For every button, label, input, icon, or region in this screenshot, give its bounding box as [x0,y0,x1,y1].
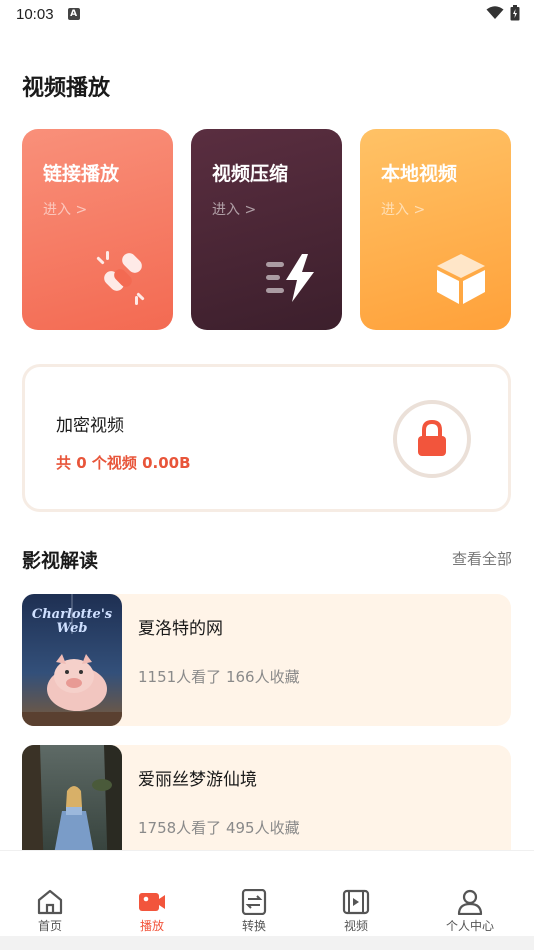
encrypted-video-title: 加密视频 [56,416,124,436]
tab-label: 视频 [343,919,368,933]
tab-video[interactable]: 视频 [316,889,396,934]
movie-poster: Charlotte's Web [22,594,122,726]
movie-poster-title: Charlotte's Web [31,607,113,636]
card-enter-compress: 进入 > [212,202,257,218]
card-enter-local: 进入 > [381,202,426,218]
home-icon [37,889,63,915]
link-icon [96,251,145,305]
movie-stats: 1758人看了 495人收藏 [138,819,300,837]
user-icon [457,889,483,915]
bottom-tab-bar: 首页 播放 转换 视频 个人中心 [0,850,534,950]
local-video-card[interactable]: 本地视频 进入 > [360,129,511,330]
reviews-section-title: 影视解读 [22,550,99,572]
tab-label: 首页 [37,919,62,933]
tab-label: 播放 [139,919,164,933]
movie-item[interactable]: Charlotte's Web 夏洛特的网 1151人看了 166人收藏 [22,594,511,726]
status-time: 10:03 [16,5,54,23]
lock-button[interactable] [393,400,471,478]
video-compress-card[interactable]: 视频压缩 进入 > [191,129,342,330]
lightning-icon [266,254,314,302]
view-all-link[interactable]: 查看全部 [452,548,512,569]
card-title: 视频压缩 [212,163,289,185]
encrypted-video-summary: 共 0 个视频 0.00B [56,454,191,472]
lock-icon [418,419,446,456]
status-bar: 10:03 A [0,0,534,28]
box-icon [437,254,485,304]
movie-stats: 1151人看了 166人收藏 [138,668,300,686]
movie-title: 夏洛特的网 [138,619,223,639]
tab-label: 个人中心 [445,919,494,933]
encrypted-video-card[interactable]: 加密视频 共 0 个视频 0.00B [22,364,511,512]
battery-icon [510,5,520,21]
notification-icon: A [67,8,80,20]
camera-icon [139,893,165,911]
video-icon [342,889,370,915]
wifi-icon [486,6,504,19]
home-indicator [0,936,534,950]
status-icons [486,5,520,21]
tab-profile[interactable]: 个人中心 [430,889,510,934]
movie-title: 爱丽丝梦游仙境 [138,770,257,790]
card-enter-link: 进入 > [43,202,88,218]
card-title: 链接播放 [43,163,120,185]
page-title: 视频播放 [22,76,111,101]
tab-play[interactable]: 播放 [112,889,192,934]
card-title: 本地视频 [381,163,458,185]
tab-home[interactable]: 首页 [10,889,90,934]
link-play-card[interactable]: 链接播放 进入 > [22,129,173,330]
tab-label: 转换 [241,919,266,933]
tab-convert[interactable]: 转换 [214,889,294,934]
convert-icon [241,889,267,915]
